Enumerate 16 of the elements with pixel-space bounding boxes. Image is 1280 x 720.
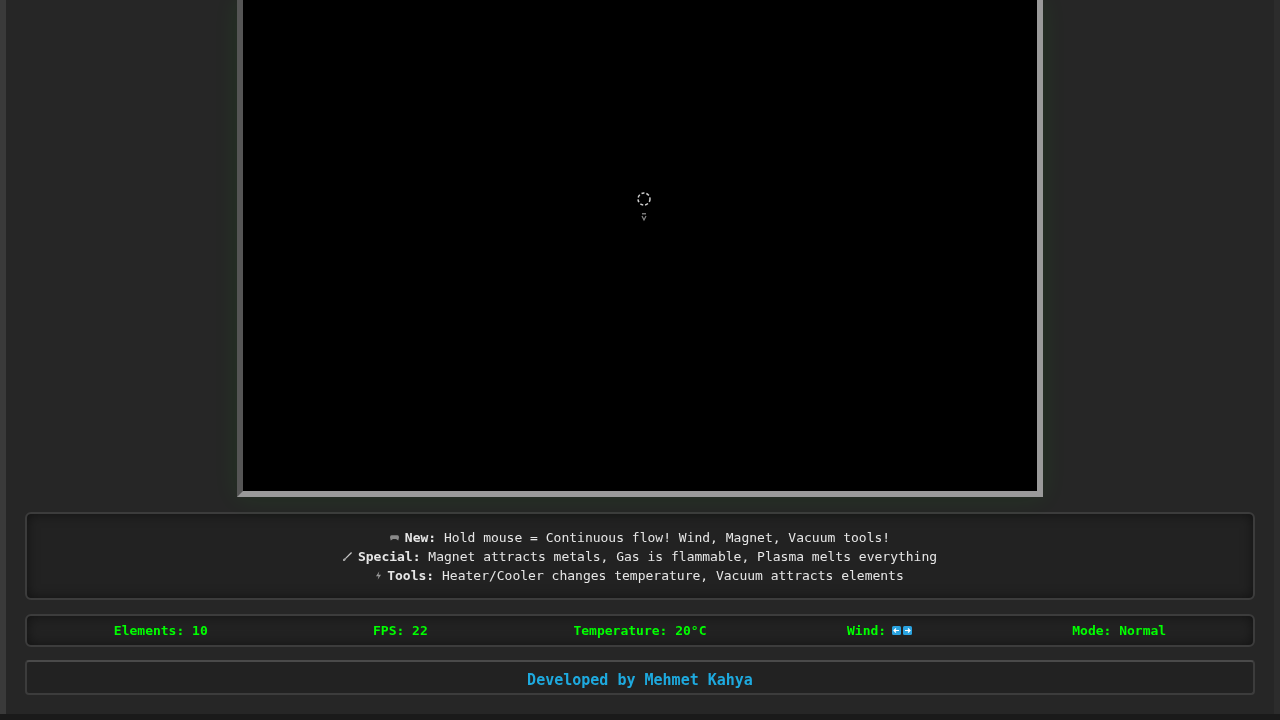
lightning-icon bbox=[376, 570, 382, 580]
brush-icon bbox=[342, 551, 352, 561]
left-arrow-icon bbox=[892, 626, 902, 635]
stat-label: Temperature: 20°C bbox=[573, 624, 707, 637]
info-line: Tools: Heater/Cooler changes temperature, Vacuum attracts elements bbox=[387, 568, 904, 582]
simulation-canvas[interactable] bbox=[237, 0, 1043, 497]
stat-label: Mode: Normal bbox=[1072, 624, 1167, 637]
info-line: Special: Magnet attracts metals, Gas is flammable, Plasma melts everything bbox=[357, 549, 938, 563]
stat-label: Wind: bbox=[847, 624, 887, 637]
stat-label: FPS: 22 bbox=[373, 624, 428, 637]
gamepad-icon bbox=[389, 533, 399, 541]
dashed-circle-cursor-icon bbox=[636, 191, 652, 222]
developer-credit: Developed by Mehmet Kahya bbox=[527, 673, 753, 688]
right-arrow-icon bbox=[903, 626, 913, 635]
info-line: New: Hold mouse = Continuous flow! Wind, Magnet, Vacuum tools! bbox=[404, 530, 891, 544]
stat-label: Elements: 10 bbox=[113, 624, 208, 637]
